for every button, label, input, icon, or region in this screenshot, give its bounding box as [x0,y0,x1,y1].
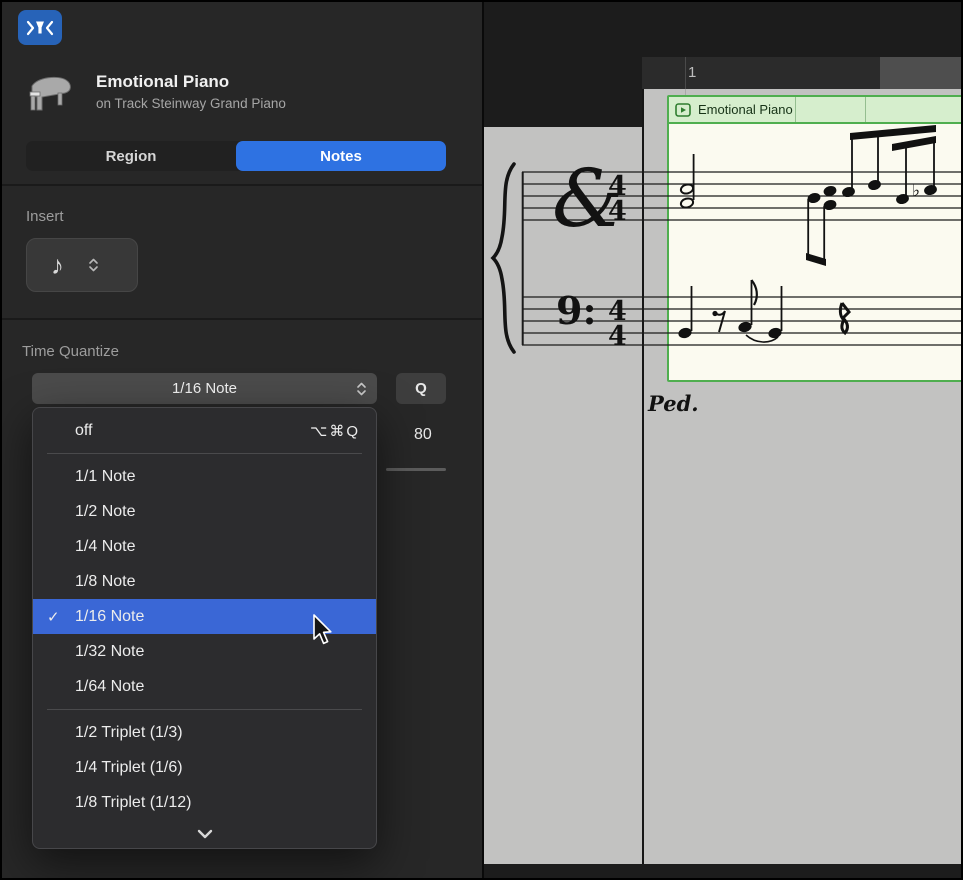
velocity-slider[interactable] [386,468,446,471]
midi-editor-window: Emotional Piano on Track Steinway Grand … [0,0,963,880]
menu-item-1-4-note[interactable]: 1/4 Note [33,529,376,564]
ruler-highlight-block [880,57,963,89]
menu-item-1-4-triplet[interactable]: 1/4 Triplet (1/6) [33,750,376,785]
chevron-down-icon [195,828,215,840]
menu-item-1-2-note[interactable]: 1/2 Note [33,494,376,529]
midi-filter-icon [25,17,55,39]
track-subtitle: on Track Steinway Grand Piano [96,96,286,111]
menu-item-1-1-note[interactable]: 1/1 Note [33,459,376,494]
menu-item-1-32-note[interactable]: 1/32 Note [33,634,376,669]
page-title: Emotional Piano [96,72,286,92]
time-quantize-value: 1/16 Note [172,380,237,397]
score-editor: 1 Emotional Piano [484,2,963,880]
menu-item-1-16-note[interactable]: ✓ 1/16 Note [33,599,376,634]
region-name: Emotional Piano [698,102,793,117]
bar-tick [685,57,686,89]
midi-region[interactable]: Emotional Piano [667,95,963,382]
menu-scroll-down[interactable] [33,820,376,842]
quantize-menu: off ⌥⌘Q 1/1 Note 1/2 Note 1/4 Note 1/8 N… [32,407,377,849]
menu-item-1-2-triplet[interactable]: 1/2 Triplet (1/3) [33,715,376,750]
header-gridline [865,97,866,122]
quantize-apply-button[interactable]: Q [396,373,446,404]
inspector-panel: Emotional Piano on Track Steinway Grand … [2,2,484,878]
tab-notes[interactable]: Notes [236,141,446,171]
inspector-tabs: Region Notes [26,141,446,171]
header-gridline [795,97,796,122]
play-icon[interactable] [675,103,691,117]
margin-line [642,57,644,864]
menu-separator [47,453,362,454]
menu-item-1-8-triplet[interactable]: 1/8 Triplet (1/12) [33,785,376,820]
menu-separator [47,709,362,710]
region-header: Emotional Piano on Track Steinway Grand … [2,64,482,136]
insert-label: Insert [26,208,64,225]
menu-item-1-8-note[interactable]: 1/8 Note [33,564,376,599]
insert-note-popup[interactable]: ♪ [26,238,138,292]
menu-shortcut: ⌥⌘Q [310,422,360,440]
time-quantize-popup[interactable]: 1/16 Note [32,373,377,404]
chevron-up-down-icon [356,381,367,397]
section-divider [2,184,482,186]
section-divider [2,318,482,320]
eighth-note-icon: ♪ [51,250,64,281]
bar-number: 1 [688,64,696,81]
menu-item-off[interactable]: off ⌥⌘Q [33,413,376,448]
time-quantize-label: Time Quantize [22,343,119,360]
grand-piano-icon [22,70,76,120]
checkmark-icon: ✓ [47,608,60,626]
velocity-value: 80 [414,426,432,444]
region-title-bar[interactable]: Emotional Piano [669,97,963,124]
tab-region[interactable]: Region [26,141,236,171]
menu-item-1-64-note[interactable]: 1/64 Note [33,669,376,704]
chevron-up-down-icon [88,257,99,273]
midi-in-filter-button[interactable] [18,10,62,45]
